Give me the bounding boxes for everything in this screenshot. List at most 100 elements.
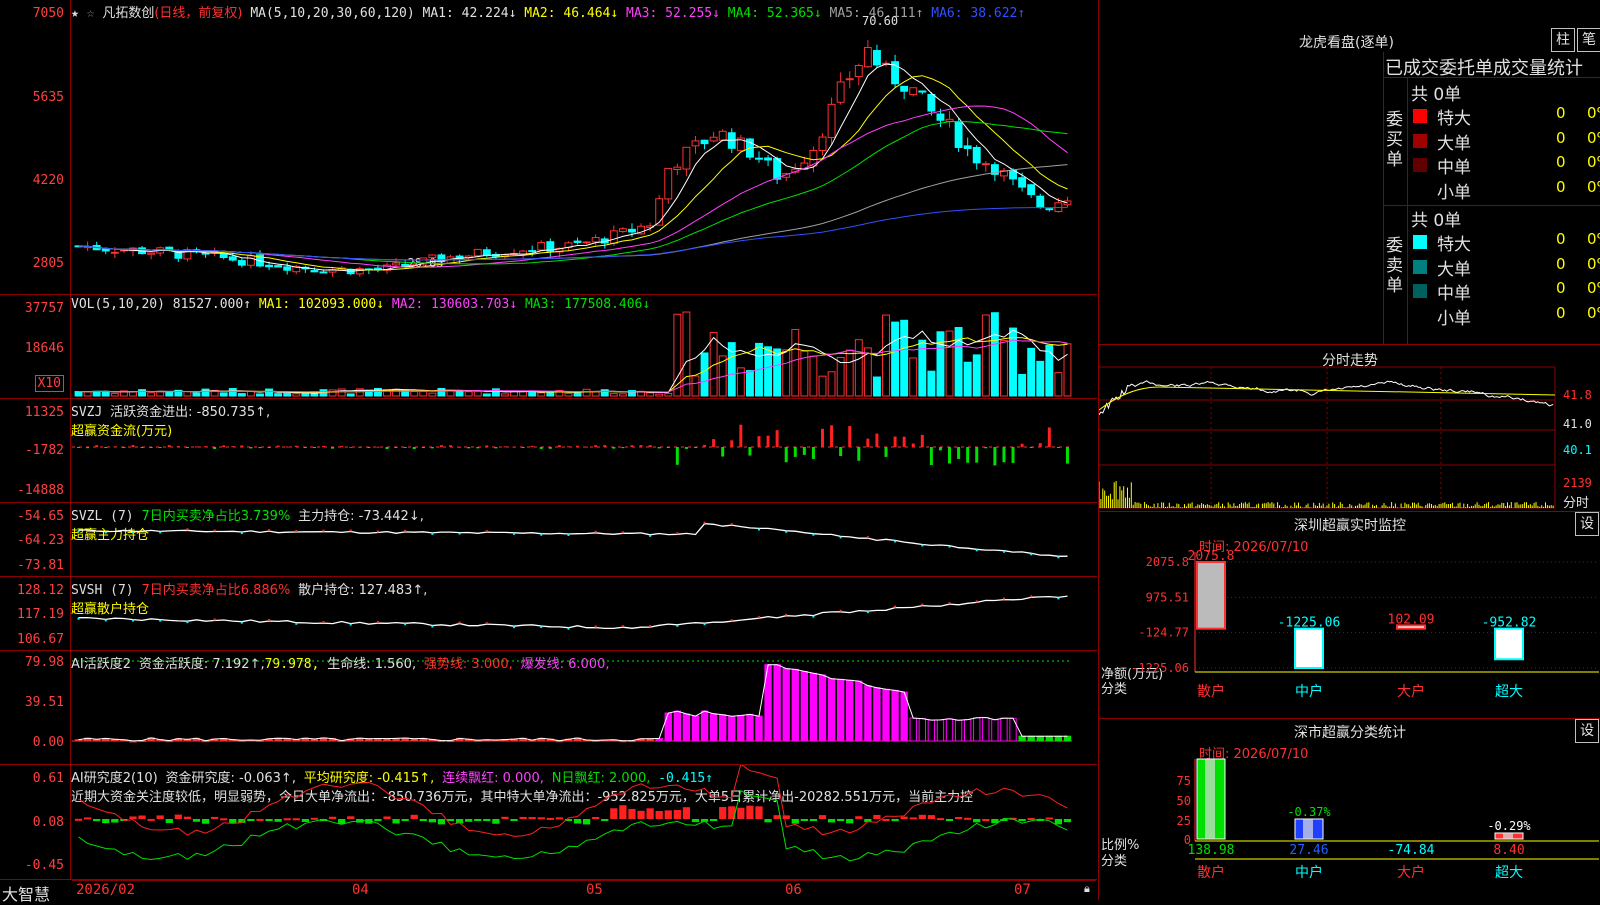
ai-active-chart[interactable] (0, 651, 1097, 764)
volume-bar (618, 393, 627, 397)
candle (845, 78, 854, 81)
kline-chart[interactable] (0, 0, 1097, 294)
ai-active-bar (864, 685, 872, 742)
ai-active-panel[interactable]: 79.98 39.51 0.00 AI活跃度2 资金活跃度: 7.192↑,79… (0, 651, 1097, 765)
volume-bar (156, 391, 165, 397)
monitor-panel[interactable]: 深圳超赢实时监控 设 时间: 2026/07/10 净额(万元) 分类 2075… (1098, 512, 1600, 719)
longhu-row: 特大 0 0% (1411, 230, 1600, 255)
ai-research-bar (982, 818, 990, 821)
ai-active-bar (982, 716, 990, 742)
monitor-category-label: 散户 (1197, 683, 1225, 700)
classify-panel[interactable]: 深市超赢分类统计 设 时间: 2026/07/10 比例% 分类 75 50 25 0… (1098, 719, 1600, 900)
volume-bar (147, 392, 156, 397)
volume-bar (328, 389, 337, 397)
svzj-bar (576, 445, 580, 447)
ai-research-bar (628, 808, 636, 819)
ai-research-bar (619, 805, 627, 819)
color-swatch (1413, 259, 1427, 274)
ai-research-bar (691, 819, 700, 823)
volume-bar (591, 391, 600, 397)
volume-bar (972, 354, 981, 397)
volume-bar (836, 356, 845, 397)
ai-active-bar (963, 719, 972, 742)
svzj-bar (412, 447, 416, 450)
longhu-row-label: 小单 (1437, 182, 1471, 203)
longhu-row-value: 0 (1556, 230, 1566, 248)
ai-research-bar (909, 817, 917, 820)
ai-research-bar (474, 819, 482, 821)
ai-active-bar (1054, 735, 1063, 742)
volume-bar (455, 390, 464, 397)
classify-category-label: 大户 (1397, 864, 1425, 881)
classify-value-label: 27.46 (1289, 843, 1328, 858)
ai-research-bar (1027, 818, 1035, 821)
volume-bar (809, 355, 818, 397)
monitor-ytick: -1225.06 (1131, 661, 1189, 675)
svzl-panel[interactable]: -54.65 -64.23 -73.81 SVZL (7) 7日内买卖净占比3.… (0, 503, 1097, 577)
svsh-panel[interactable]: 128.12 117.19 106.67 SVSH (7) 7日内买卖净占比6.… (0, 577, 1097, 651)
volume-bar (682, 311, 691, 397)
kline-panel[interactable]: 7050 5635 4220 2805 ★ ☆ 凡拓数创(日线，前复权) MA(… (0, 0, 1097, 295)
svzj-bar (1011, 447, 1015, 463)
ai-active-bar (746, 713, 754, 742)
ai-active-bar (918, 718, 926, 742)
svzl-chart[interactable] (0, 503, 1097, 576)
volume-bar (791, 329, 800, 397)
volume-bar (274, 393, 283, 397)
ai-research-bar (483, 819, 491, 821)
svzj-bar (476, 447, 480, 449)
ai-research-bar (328, 816, 337, 819)
volume-bar (673, 313, 682, 397)
ai-research-chart[interactable] (0, 765, 1097, 879)
ai-research-bar (265, 819, 273, 822)
volume-bar (909, 357, 918, 397)
classify-value-label: 138.98 (1188, 843, 1235, 858)
bar-mode-button[interactable]: 柱 (1551, 28, 1575, 52)
ai-research-red-line (78, 765, 1068, 837)
volume-panel[interactable]: 37757 18646 X10 VOL(5,10,20) 81527.000↑ … (0, 295, 1097, 399)
svzj-bar (875, 433, 879, 447)
longhu-row-label: 大单 (1437, 133, 1471, 154)
candle (101, 248, 110, 252)
ai-research-bar (764, 819, 772, 823)
color-swatch (1413, 158, 1427, 172)
svzj-bar (557, 445, 561, 447)
ai-research-panel[interactable]: 0.61 0.08 -0.45 AI研究度2(10) 资金研究度: -0.063… (0, 765, 1097, 880)
longhu-row-label: 特大 (1437, 109, 1471, 129)
lock-icon[interactable]: 🔒︎ (1084, 882, 1090, 896)
classify-chart[interactable]: 7550250138.98散户-0.37%27.46中户-74.84大户-0.2… (1099, 719, 1600, 900)
svzj-panel[interactable]: 11325 -1782 -14888 SVZJ 活跃资金进出: -850.735… (0, 399, 1097, 503)
intraday-chart[interactable] (1099, 345, 1600, 511)
svzj-bar (566, 446, 570, 448)
longhu-row-pct: 0% (1587, 104, 1600, 122)
ai-active-bar (664, 712, 672, 742)
monitor-chart[interactable]: 2075.8 975.51 -124.77 -1225.06 2075.8 散户 -1225… (1099, 512, 1600, 718)
ai-research-bar (582, 819, 591, 825)
sell-side-label: 委卖单 (1386, 236, 1403, 296)
candle (246, 255, 255, 266)
candle (909, 87, 918, 96)
svzj-chart[interactable] (0, 399, 1097, 502)
volume-bar (1045, 344, 1054, 397)
volume-chart[interactable] (0, 295, 1097, 398)
buy-side-label: 委买单 (1386, 110, 1403, 170)
svsh-chart[interactable] (0, 577, 1097, 650)
svzj-bar (730, 440, 734, 447)
classify-value-label: 8.40 (1493, 843, 1524, 858)
ai-research-bar (827, 819, 836, 823)
volume-bar (564, 392, 573, 397)
trade-mode-button[interactable]: 笔 (1577, 28, 1600, 52)
volume-bar (1063, 343, 1072, 397)
intraday-panel[interactable]: 分时走势 41.8 41.0 40.1 2139 分时 (1098, 345, 1600, 512)
candle (818, 136, 827, 151)
x-axis: 大智慧 2026/02 04 05 06 07 🔒︎ (0, 880, 1097, 904)
ai-research-bar (102, 819, 110, 824)
ai-research-bar (156, 815, 164, 819)
ai-research-bar (428, 819, 437, 823)
ai-active-bar (682, 713, 691, 742)
ai-research-bar (292, 818, 300, 821)
ai-research-bar (256, 818, 264, 821)
volume-bar (963, 361, 972, 397)
volume-bar (201, 388, 210, 397)
volume-bar (528, 391, 537, 397)
